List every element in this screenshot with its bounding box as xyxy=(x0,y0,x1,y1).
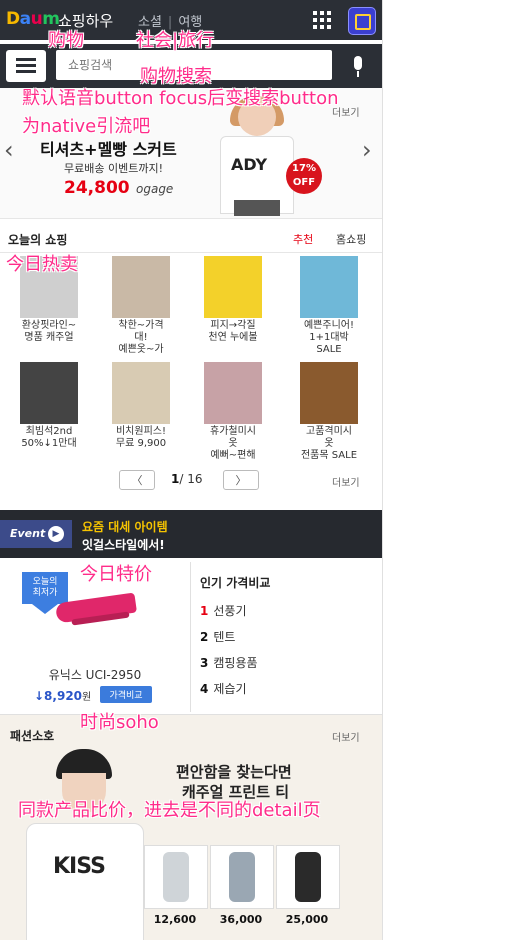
product-card[interactable]: 피지→각질 천연 누에볼 xyxy=(190,256,276,360)
deal-product-name: 유닉스 UCI-2950 xyxy=(48,668,142,682)
price-compare-button[interactable]: 가격비교 xyxy=(100,686,152,703)
annotation-shopping: 购物 xyxy=(48,30,84,51)
event-badge: Event ▶ xyxy=(0,520,72,548)
product-card[interactable]: 비치원피스! 무료 9,900 xyxy=(98,362,184,466)
banner-price: 24,800 xyxy=(64,178,130,198)
product-image xyxy=(20,362,78,424)
product-card[interactable]: 최빔석2nd 50%↓1만대 xyxy=(6,362,92,466)
banner-subtitle: 무료배송 이벤트까지! xyxy=(64,162,163,175)
event-subline: 잇걸스타일에서! xyxy=(82,538,165,552)
event-banner[interactable]: Event ▶ 요즘 대세 아이템 잇걸스타일에서! xyxy=(0,510,382,558)
product-image xyxy=(300,362,358,424)
tab-home-shopping[interactable]: 홈쇼핑 xyxy=(336,231,366,247)
section-header: 오늘의 쇼핑 추천 홈쇼핑 xyxy=(0,222,382,253)
annotation-soho: 时尚soho xyxy=(80,712,159,733)
thumb-price: 25,000 xyxy=(285,913,329,926)
page-indicator: 1/ 16 xyxy=(171,472,203,486)
app-grid-icon[interactable] xyxy=(313,11,331,29)
annotation-native: 为native引流吧 xyxy=(22,116,151,137)
menu-button[interactable] xyxy=(6,50,46,82)
next-page-button[interactable]: 〉 xyxy=(223,470,259,490)
soho-more-link[interactable]: 더보기 xyxy=(332,729,360,744)
tab-recommended[interactable]: 추천 xyxy=(293,231,313,247)
banner-prev-arrow[interactable]: ‹ xyxy=(4,136,14,164)
product-name: 예쁜주니어! 1+1대박 SALE xyxy=(303,320,354,355)
product-image xyxy=(112,256,170,318)
banner-next-arrow[interactable]: › xyxy=(362,136,372,164)
product-image xyxy=(204,256,262,318)
product-name: 비치원피스! 무료 9,900 xyxy=(115,426,167,449)
annotation-voice: 默认语音button focus后变搜索button xyxy=(22,88,339,109)
annotation-deal: 今日特价 xyxy=(80,564,152,585)
product-image xyxy=(112,362,170,424)
banner-headline: 티셔츠+멜빵 스커트 xyxy=(40,140,177,159)
product-name: 환상핏라인~ 명품 캐주얼 xyxy=(21,320,77,343)
product-image xyxy=(204,362,262,424)
soho-headline: 편안함을 찾는다면 xyxy=(176,763,292,781)
shopping-app-icon[interactable] xyxy=(348,7,376,35)
today-more-link[interactable]: 더보기 xyxy=(332,474,360,489)
logo-letter: D xyxy=(6,9,20,29)
annotation-compare: 同款产品比价，进去是不同的detail页 xyxy=(18,800,321,821)
deal-section: 오늘의 최저가 유닉스 UCI-2950 ↓8,920원 가격비교 인기 가격비교… xyxy=(0,562,382,712)
deal-price: ↓8,920원 xyxy=(34,689,92,703)
banner-model-image: ADY xyxy=(210,96,300,216)
thumb-price: 12,600 xyxy=(153,913,197,926)
event-headline: 요즘 대세 아이템 xyxy=(82,520,168,534)
logo-letter: a xyxy=(19,9,31,29)
tee-print: KISS xyxy=(53,854,106,879)
thumb-image xyxy=(229,852,255,902)
annotation-hot: 今日热卖 xyxy=(6,254,78,275)
soho-thumb[interactable] xyxy=(210,845,274,909)
banner-brand: ogage xyxy=(136,182,174,196)
discount-badge: 17% OFF xyxy=(286,158,322,194)
thumb-image xyxy=(163,852,189,902)
product-card[interactable]: 착한~가격 대! 예쁜옷~가 xyxy=(98,256,184,360)
soho-thumb[interactable] xyxy=(144,845,208,909)
product-name: 피지→각질 천연 누에볼 xyxy=(208,320,258,343)
rank-title: 인기 가격비교 xyxy=(200,576,271,590)
microphone-icon xyxy=(354,56,362,70)
product-card[interactable]: 휴가철미시 옷 예뻐~편해 xyxy=(190,362,276,466)
prev-page-button[interactable]: 〈 xyxy=(119,470,155,490)
product-image xyxy=(300,256,358,318)
thumb-image xyxy=(295,852,321,902)
soho-thumb[interactable] xyxy=(276,845,340,909)
voice-search-button[interactable] xyxy=(342,50,374,82)
fashion-soho-section: 패션소호 더보기 KISS 편안함을 찾는다면 캐주얼 프린트 티 12,600… xyxy=(0,714,382,940)
product-card[interactable]: 고품격미시 옷 전품목 SALE xyxy=(286,362,372,466)
play-icon: ▶ xyxy=(48,526,64,542)
rank-item[interactable]: 2 텐트 xyxy=(200,628,235,645)
rank-item[interactable]: 3 캠핑용품 xyxy=(200,654,258,671)
shirt-print: ADY xyxy=(231,155,268,174)
total-pages: / 16 xyxy=(179,472,203,486)
annotation-social-travel: 社会|旅行 xyxy=(136,30,215,51)
product-name: 최빔석2nd 50%↓1만대 xyxy=(21,426,77,449)
thumb-price: 36,000 xyxy=(219,913,263,926)
logo-letter: u xyxy=(30,9,43,29)
product-name: 착한~가격 대! 예쁜옷~가 xyxy=(118,320,164,355)
section-title: 패션소호 xyxy=(10,729,55,743)
pagination: 〈 1/ 16 〉 xyxy=(119,470,261,490)
rank-item[interactable]: 4 제습기 xyxy=(200,680,246,697)
lowest-price-tag: 오늘의 최저가 xyxy=(22,572,68,614)
soho-model-image[interactable]: KISS xyxy=(24,749,144,940)
product-name: 휴가철미시 옷 예뻐~편해 xyxy=(210,426,256,461)
product-card[interactable]: 예쁜주니어! 1+1대박 SALE xyxy=(286,256,372,360)
product-name: 고품격미시 옷 전품목 SALE xyxy=(300,426,358,461)
rank-item[interactable]: 1 선풍기 xyxy=(200,602,246,619)
section-title: 오늘의 쇼핑 xyxy=(8,233,68,247)
soho-thumbnails: 12,600 36,000 25,000 xyxy=(142,845,342,935)
